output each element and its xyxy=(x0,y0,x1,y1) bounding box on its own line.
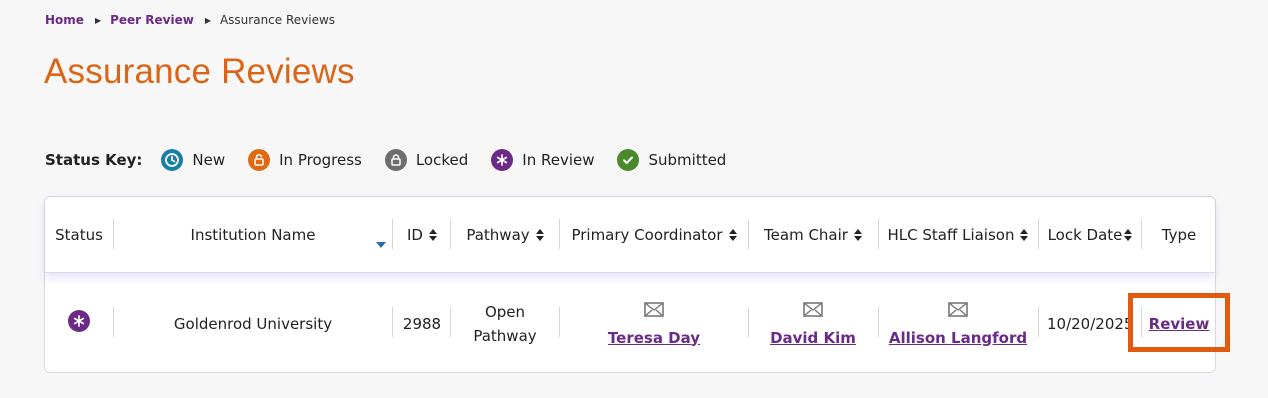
column-header-coordinator-label: Primary Coordinator xyxy=(571,226,723,244)
lock-icon xyxy=(384,149,407,171)
lock-date-cell: 10/20/2025 xyxy=(1039,274,1141,374)
envelope-icon[interactable] xyxy=(803,301,823,321)
status-key-new-label: New xyxy=(192,151,226,169)
column-header-team-chair-label: Team Chair xyxy=(764,226,848,244)
column-header-type[interactable]: Type xyxy=(1142,197,1216,273)
status-key: Status Key: New In Progress Locked In Re… xyxy=(45,148,749,172)
column-header-id-label: ID xyxy=(407,226,423,244)
column-header-coordinator[interactable]: Primary Coordinator xyxy=(560,197,748,273)
sort-icon[interactable] xyxy=(535,229,544,241)
breadcrumb-peer-review-link[interactable]: Peer Review xyxy=(110,13,194,27)
envelope-icon[interactable] xyxy=(644,301,664,321)
column-header-id[interactable]: ID xyxy=(393,197,451,273)
column-header-institution-label: Institution Name xyxy=(190,226,316,244)
status-key-in-review-label: In Review xyxy=(522,151,595,169)
status-key-in-progress-label: In Progress xyxy=(279,151,362,169)
column-header-status[interactable]: Status xyxy=(45,197,113,273)
status-key-in-review: In Review xyxy=(491,149,594,171)
status-key-submitted: Submitted xyxy=(617,149,726,171)
id-cell: 2988 xyxy=(393,274,451,374)
asterisk-icon xyxy=(68,310,90,332)
caret-right-icon: ▶ xyxy=(204,15,211,25)
highlight-box xyxy=(1128,293,1230,352)
column-header-liaison-label: HLC Staff Liaison xyxy=(887,226,1015,244)
coordinator-cell: Teresa Day xyxy=(560,274,748,374)
column-header-lock-date[interactable]: Lock Date xyxy=(1039,197,1141,273)
institution-cell: Goldenrod University xyxy=(114,274,392,374)
asterisk-icon xyxy=(491,149,514,171)
caret-right-icon: ▶ xyxy=(94,15,102,25)
team-chair-cell: David Kim xyxy=(749,274,877,374)
team-chair-link[interactable]: David Kim xyxy=(770,329,856,347)
column-header-pathway[interactable]: Pathway xyxy=(451,197,559,273)
breadcrumb-current: Assurance Reviews xyxy=(219,13,336,27)
column-header-lock-date-label: Lock Date xyxy=(1047,226,1123,244)
sort-icon[interactable] xyxy=(428,229,437,241)
pathway-cell: Open Pathway xyxy=(451,274,559,374)
institution-id: 2988 xyxy=(402,315,442,333)
breadcrumb: Home ▶ Peer Review ▶ Assurance Reviews xyxy=(45,13,335,27)
status-cell xyxy=(45,274,113,374)
clock-icon xyxy=(161,149,184,171)
pathway-line-2: Pathway xyxy=(473,327,537,345)
sort-icon[interactable] xyxy=(1020,229,1029,241)
institution-name: Goldenrod University xyxy=(173,315,333,333)
lock-open-icon xyxy=(248,149,271,171)
page-title: Assurance Reviews xyxy=(44,52,355,91)
coordinator-link[interactable]: Teresa Day xyxy=(608,329,700,347)
column-header-type-label: Type xyxy=(1161,226,1197,244)
liaison-cell: Allison Langford xyxy=(879,274,1037,374)
sort-icon[interactable] xyxy=(728,229,737,241)
check-icon xyxy=(617,149,640,171)
column-header-status-label: Status xyxy=(55,226,103,244)
sort-icon[interactable] xyxy=(853,229,862,241)
column-header-team-chair[interactable]: Team Chair xyxy=(749,197,877,273)
liaison-link[interactable]: Allison Langford xyxy=(889,329,1027,347)
assurance-reviews-table: Status Institution Name ID Pathway Prima… xyxy=(44,196,1216,373)
status-key-new: New xyxy=(161,149,225,171)
status-key-in-progress: In Progress xyxy=(248,149,362,171)
sort-descending-icon[interactable] xyxy=(376,234,386,252)
envelope-icon[interactable] xyxy=(948,301,968,321)
pathway-line-1: Open xyxy=(484,303,526,321)
lock-date: 10/20/2025 xyxy=(1047,315,1134,333)
column-header-institution[interactable]: Institution Name xyxy=(114,197,392,273)
status-key-submitted-label: Submitted xyxy=(648,151,727,169)
column-header-liaison[interactable]: HLC Staff Liaison xyxy=(879,197,1037,273)
column-header-pathway-label: Pathway xyxy=(466,226,530,244)
status-key-label: Status Key: xyxy=(45,151,143,169)
status-key-locked: Locked xyxy=(384,149,469,171)
sort-icon[interactable] xyxy=(1124,229,1133,241)
status-key-locked-label: Locked xyxy=(415,151,469,169)
table-header: Status Institution Name ID Pathway Prima… xyxy=(45,197,1215,273)
breadcrumb-home-link[interactable]: Home xyxy=(45,13,84,27)
